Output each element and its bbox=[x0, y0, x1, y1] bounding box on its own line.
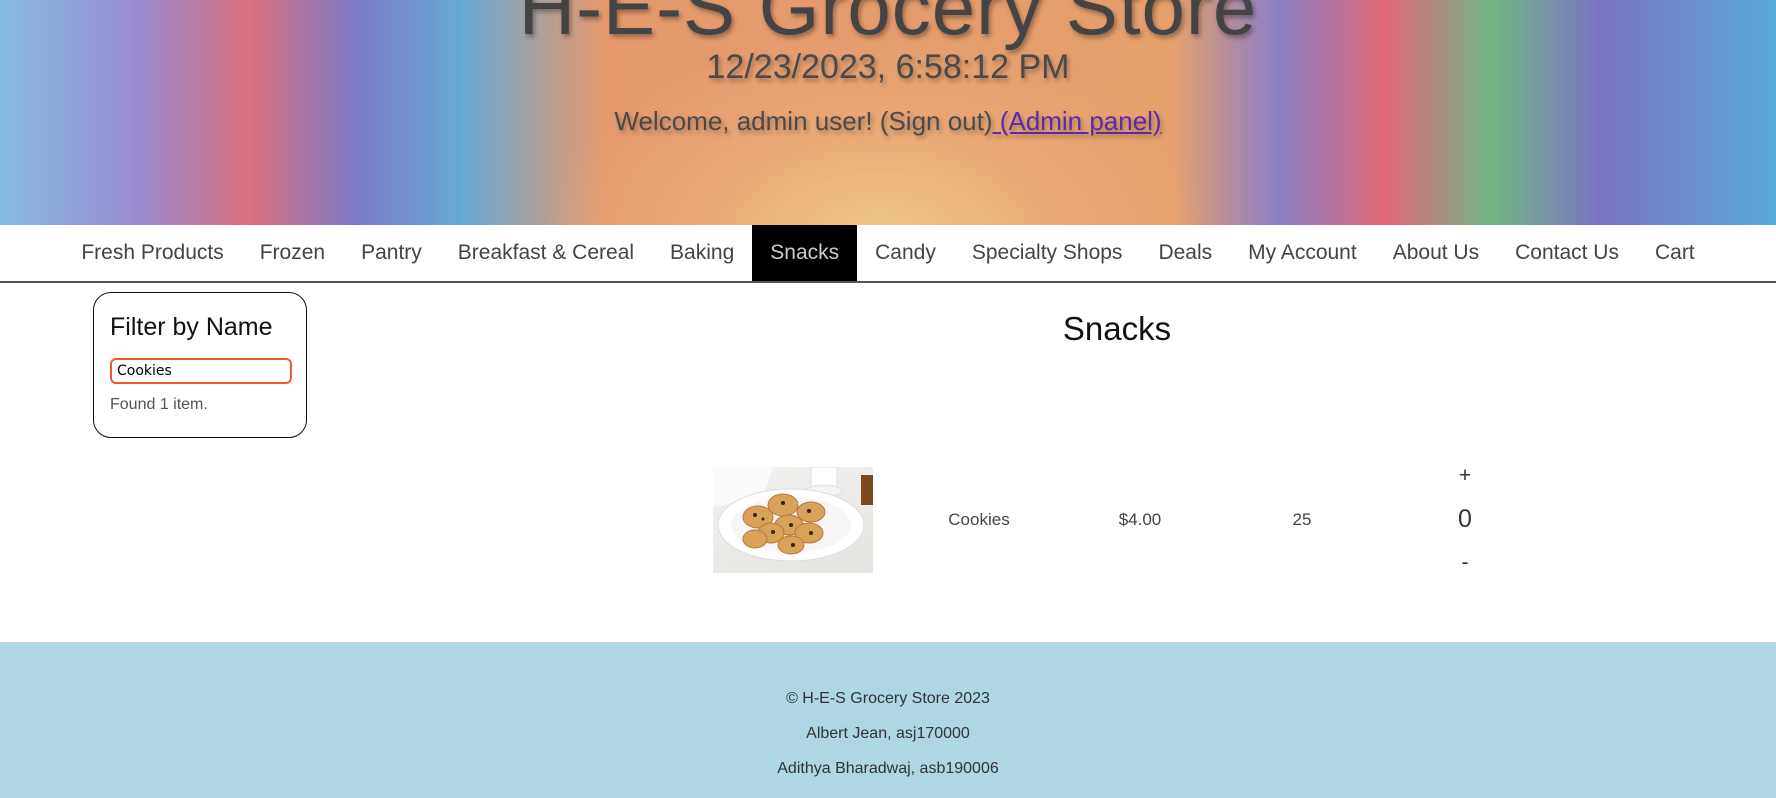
nav-item-baking[interactable]: Baking bbox=[652, 225, 752, 281]
nav-item-snacks[interactable]: Snacks bbox=[752, 225, 858, 281]
nav-item-my-account[interactable]: My Account bbox=[1230, 225, 1375, 281]
page-title: Snacks bbox=[1062, 310, 1172, 347]
product-name: Cookies bbox=[948, 510, 1010, 529]
footer-copyright: © H-E-S Grocery Store 2023 bbox=[786, 690, 990, 707]
product-image-cookies bbox=[713, 467, 873, 573]
nav-item-about-us[interactable]: About Us bbox=[1375, 225, 1497, 281]
welcome-text[interactable]: Welcome, admin user! (Sign out) bbox=[614, 106, 992, 136]
admin-panel-link[interactable]: (Admin panel) bbox=[993, 106, 1162, 136]
nav-item-candy[interactable]: Candy bbox=[857, 225, 954, 281]
nav-item-frozen[interactable]: Frozen bbox=[242, 225, 343, 281]
footer-author: Albert Jean, asj170000 bbox=[806, 725, 970, 742]
nav-item-contact-us[interactable]: Contact Us bbox=[1497, 225, 1637, 281]
nav-item-fresh-products[interactable]: Fresh Products bbox=[63, 225, 241, 281]
filter-result-count: Found 1 item. bbox=[110, 396, 208, 413]
product-stock: 25 bbox=[1292, 510, 1312, 529]
nav-item-specialty-shops[interactable]: Specialty Shops bbox=[954, 225, 1141, 281]
filter-name-input[interactable] bbox=[110, 358, 292, 384]
nav-item-deals[interactable]: Deals bbox=[1140, 225, 1230, 281]
decrease-quantity-button[interactable]: - bbox=[1400, 551, 1530, 575]
increase-quantity-button[interactable]: + bbox=[1400, 464, 1530, 488]
current-datetime: 12/23/2023, 6:58:12 PM bbox=[706, 48, 1070, 86]
category-nav: Fresh Products Frozen Pantry Breakfast & Ce… bbox=[0, 225, 1776, 283]
welcome-message: Welcome, admin user! (Sign out) (Admin p… bbox=[0, 106, 1776, 137]
nav-item-pantry[interactable]: Pantry bbox=[343, 225, 440, 281]
quantity-value: 0 bbox=[1458, 505, 1472, 533]
footer: © H-E-S Grocery Store 2023 Albert Jean, … bbox=[0, 642, 1776, 798]
product-price: $4.00 bbox=[1118, 510, 1162, 529]
footer-author: Adithya Bharadwaj, asb190006 bbox=[777, 760, 999, 777]
nav-item-breakfast-cereal[interactable]: Breakfast & Cereal bbox=[440, 225, 652, 281]
site-title: H-E-S Grocery Store bbox=[518, 0, 1258, 51]
nav-item-cart[interactable]: Cart bbox=[1637, 225, 1713, 281]
